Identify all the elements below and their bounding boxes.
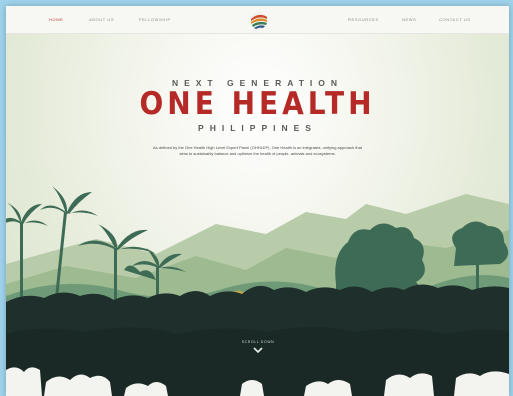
chevron-down-icon: [253, 347, 263, 354]
hero-title: ONE HEALTH: [139, 85, 376, 122]
nav-fellowship[interactable]: FELLOWSHIP: [139, 17, 171, 22]
nav-resources[interactable]: RESOURCES: [348, 17, 379, 22]
nav-home[interactable]: HOME: [49, 17, 63, 22]
hero-description: As defined by the One Health High Level …: [152, 145, 362, 157]
nav-contact-us[interactable]: CONTACT US: [439, 17, 471, 22]
nav-about-us[interactable]: ABOUT US: [89, 17, 114, 22]
hero-section: NEXT GENERATION ONE HEALTH PHILIPPINES A…: [6, 34, 509, 396]
hero-subtitle: PHILIPPINES: [198, 123, 317, 133]
browser-page: HOME ABOUT US FELLOWSHIP RESOURCES NEWS …: [6, 6, 509, 396]
nav-news[interactable]: NEWS: [402, 17, 416, 22]
top-navigation: HOME ABOUT US FELLOWSHIP RESOURCES NEWS …: [6, 6, 509, 34]
scroll-down-label: SCROLL DOWN: [241, 340, 275, 344]
scroll-down-button[interactable]: SCROLL DOWN: [232, 340, 284, 354]
globe-swirl-logo[interactable]: [249, 11, 269, 31]
